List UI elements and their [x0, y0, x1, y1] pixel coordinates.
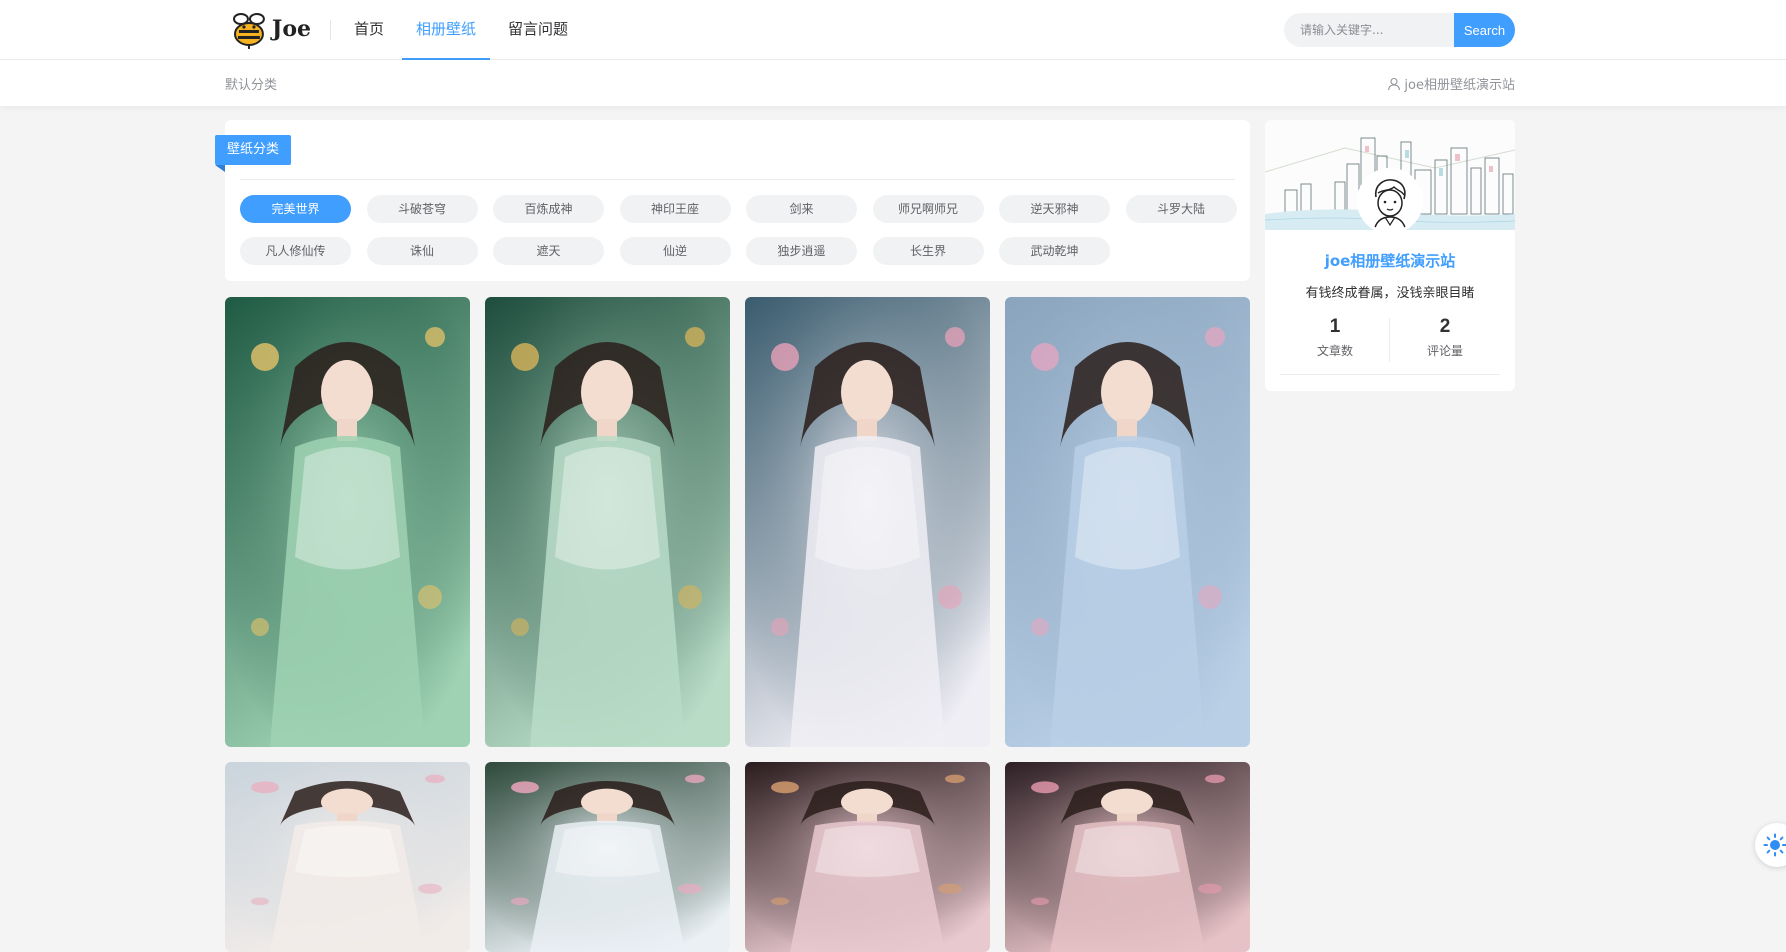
profile-motto: 有钱终成眷属，没钱亲眼目睹 [1305, 286, 1475, 301]
breadcrumb-bar: 默认分类 joe相册壁纸演示站 [0, 60, 1786, 106]
category-tag[interactable]: 诛仙 [366, 237, 478, 265]
wallpaper-image [1005, 762, 1250, 952]
stat-articles: 1 文章数 [1280, 316, 1390, 359]
main-nav: 首页 相册壁纸 留言问题 [340, 0, 586, 60]
category-tag[interactable]: 仙逆 [619, 237, 731, 265]
category-tag[interactable]: 武动乾坤 [999, 237, 1110, 265]
category-panel: 壁纸分类 完美世界 斗破苍穹 百炼成神 神印王座 剑来 师兄啊师兄 逆天邪神 斗罗大陆凡人修仙… [215, 120, 1250, 281]
site-link-label: joe相册壁纸演示站 [1404, 78, 1515, 93]
search-bar: Search [1284, 13, 1515, 47]
category-tag[interactable]: 神印王座 [619, 195, 731, 223]
wallpaper-card[interactable] [485, 297, 730, 747]
wallpaper-card[interactable] [225, 297, 470, 747]
search-button[interactable]: Search [1454, 13, 1515, 47]
site-link[interactable]: joe相册壁纸演示站 [1387, 74, 1515, 93]
wallpaper-card[interactable] [1005, 297, 1250, 747]
top-header: Joe 首页 相册壁纸 留言问题 Search [0, 0, 1786, 60]
wallpaper-card[interactable] [745, 762, 990, 952]
category-tag[interactable]: 遮天 [493, 237, 604, 265]
wallpaper-image [1005, 297, 1250, 747]
wallpaper-image [225, 762, 470, 952]
category-tag[interactable]: 百炼成神 [493, 195, 604, 223]
breadcrumb[interactable]: 默认分类 [225, 74, 277, 93]
avatar[interactable] [1357, 168, 1423, 234]
wallpaper-image [485, 297, 730, 747]
nav-item-home[interactable]: 首页 [340, 0, 398, 60]
profile-bottom-divider [1280, 374, 1500, 375]
wallpaper-card[interactable] [745, 297, 990, 747]
category-tag[interactable]: 逆天邪神 [999, 195, 1110, 223]
nav-item-wallpaper[interactable]: 相册壁纸 [402, 0, 491, 60]
logo-text: Joe [271, 16, 311, 42]
user-icon [1388, 77, 1401, 90]
stat-comments-value: 2 [1439, 316, 1451, 337]
wallpaper-image [745, 762, 990, 952]
wallpaper-card[interactable] [1005, 762, 1250, 952]
category-tag[interactable]: 长生界 [872, 237, 984, 265]
profile-name[interactable]: joe相册壁纸演示站 [1265, 250, 1515, 271]
stat-comments-label: 评论量 [1426, 344, 1463, 358]
sun-icon [1763, 833, 1786, 857]
category-tag[interactable]: 师兄啊师兄 [872, 195, 984, 223]
wallpaper-image [745, 297, 990, 747]
site-logo[interactable]: Joe [227, 7, 311, 51]
wallpaper-card[interactable] [485, 762, 730, 952]
wallpaper-image [485, 762, 730, 952]
category-tag[interactable]: 完美世界 [240, 195, 351, 223]
category-tag[interactable]: 斗破苍穹 [366, 195, 478, 223]
stat-comments: 2 评论量 [1390, 316, 1500, 359]
header-divider [330, 20, 331, 40]
stat-articles-value: 1 [1329, 316, 1341, 337]
category-title: 壁纸分类 [215, 135, 292, 172]
wallpaper-image [225, 297, 470, 747]
wallpaper-card[interactable] [225, 762, 470, 952]
category-tag[interactable]: 斗罗大陆 [1125, 195, 1237, 223]
profile-card: joe相册壁纸演示站 有钱终成眷属，没钱亲眼目睹 1 文章数 2 评论量 [1265, 120, 1515, 391]
stat-articles-label: 文章数 [1316, 344, 1353, 358]
category-tag[interactable]: 独步逍遥 [746, 237, 857, 265]
category-tag[interactable]: 凡人修仙传 [240, 237, 351, 265]
bee-logo-icon [232, 13, 265, 49]
nav-item-guestbook[interactable]: 留言问题 [494, 0, 582, 60]
category-divider [240, 179, 1235, 180]
avatar-sketch-icon [1360, 171, 1420, 231]
category-tag[interactable]: 剑来 [746, 195, 857, 223]
search-input[interactable] [1284, 13, 1454, 47]
theme-toggle-button[interactable] [1755, 823, 1786, 867]
